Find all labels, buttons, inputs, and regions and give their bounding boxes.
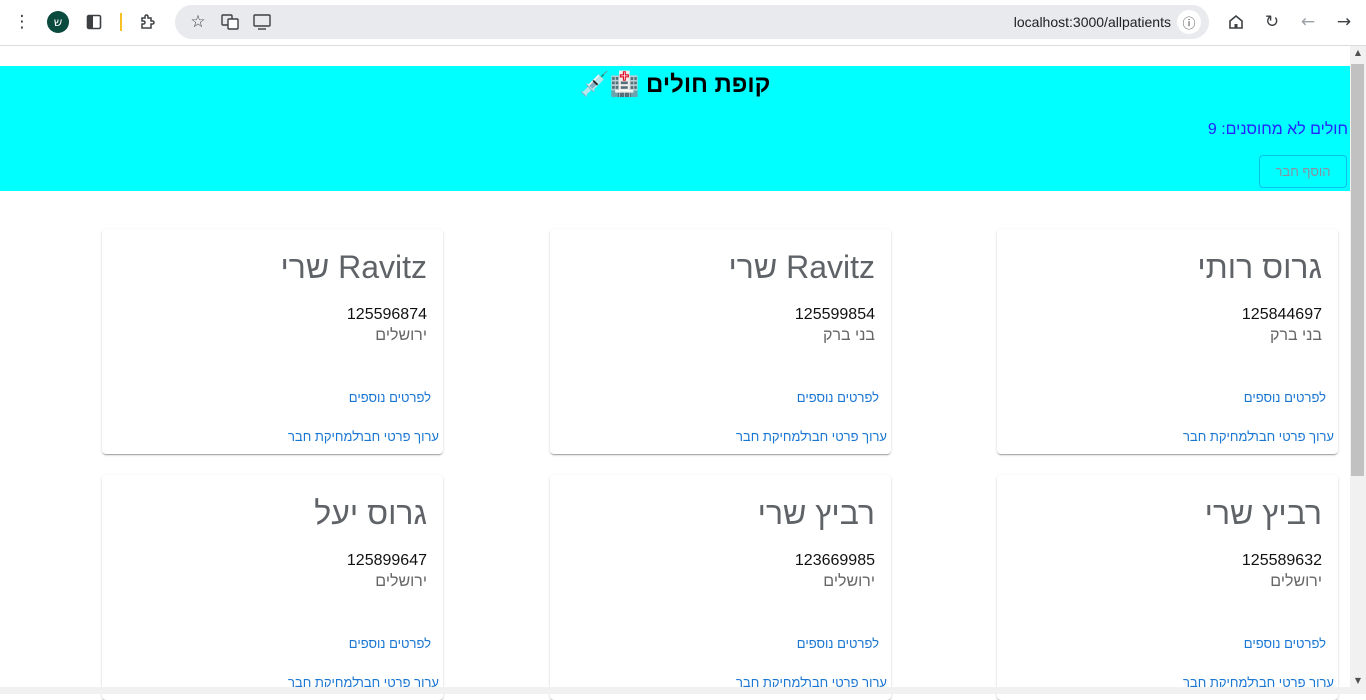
- patient-name: גרוס יעל: [314, 495, 427, 531]
- scroll-up-arrow-icon[interactable]: ▲: [1352, 48, 1364, 57]
- more-details-link[interactable]: לפרטים נוספים: [797, 390, 879, 405]
- patient-name: Ravitz שרי: [728, 249, 875, 285]
- patient-card: גרוס יעל 125899647 ירושלים לפרטים נוספים…: [102, 475, 443, 700]
- patient-city: ירושלים: [375, 327, 427, 344]
- scrollbar-thumb[interactable]: [1351, 64, 1364, 476]
- horizontal-scrollbar[interactable]: [0, 687, 1350, 694]
- patient-name: רביץ שרי: [757, 495, 875, 531]
- more-details-link[interactable]: לפרטים נוספים: [797, 636, 879, 651]
- edit-member-link[interactable]: ערוך פרטי חבר: [805, 429, 887, 444]
- scroll-down-arrow-icon[interactable]: ▼: [1352, 676, 1364, 685]
- patient-card: Ravitz שרי 125599854 בני ברק לפרטים נוספ…: [550, 229, 891, 454]
- delete-member-link[interactable]: למחיקת חבר: [1183, 429, 1254, 444]
- patient-id: 125844697: [1241, 306, 1322, 323]
- patient-id: 125596874: [346, 306, 427, 323]
- patient-id: 125599854: [794, 306, 875, 323]
- patient-id: 125589632: [1241, 552, 1322, 569]
- more-details-link[interactable]: לפרטים נוספים: [349, 390, 431, 405]
- more-details-link[interactable]: לפרטים נוספים: [1244, 390, 1326, 405]
- delete-member-link[interactable]: למחיקת חבר: [288, 429, 359, 444]
- patient-card: גרוס רותי 125844697 בני ברק לפרטים נוספי…: [997, 229, 1338, 454]
- more-details-link[interactable]: לפרטים נוספים: [1244, 636, 1326, 651]
- delete-member-link[interactable]: למחיקת חבר: [736, 429, 807, 444]
- patient-city: ירושלים: [823, 573, 875, 590]
- patient-city: ירושלים: [375, 573, 427, 590]
- edit-member-link[interactable]: ערוך פרטי חבר: [1252, 429, 1334, 444]
- patient-id: 123669985: [794, 552, 875, 569]
- patient-card: Ravitz שרי 125596874 ירושלים לפרטים נוספ…: [102, 229, 443, 454]
- patient-city: ירושלים: [1270, 573, 1322, 590]
- patient-card: רביץ שרי 123669985 ירושלים לפרטים נוספים…: [550, 475, 891, 700]
- patient-card: רביץ שרי 125589632 ירושלים לפרטים נוספים…: [997, 475, 1338, 700]
- patient-name: Ravitz שרי: [280, 249, 427, 285]
- patient-name: רביץ שרי: [1204, 495, 1322, 531]
- patient-name: גרוס רותי: [1197, 249, 1322, 285]
- patients-grid: גרוס רותי 125844697 בני ברק לפרטים נוספי…: [0, 0, 1350, 700]
- more-details-link[interactable]: לפרטים נוספים: [349, 636, 431, 651]
- edit-member-link[interactable]: ערוך פרטי חבר: [357, 429, 439, 444]
- patient-id: 125899647: [346, 552, 427, 569]
- patient-city: בני ברק: [1270, 327, 1322, 344]
- patient-city: בני ברק: [823, 327, 875, 344]
